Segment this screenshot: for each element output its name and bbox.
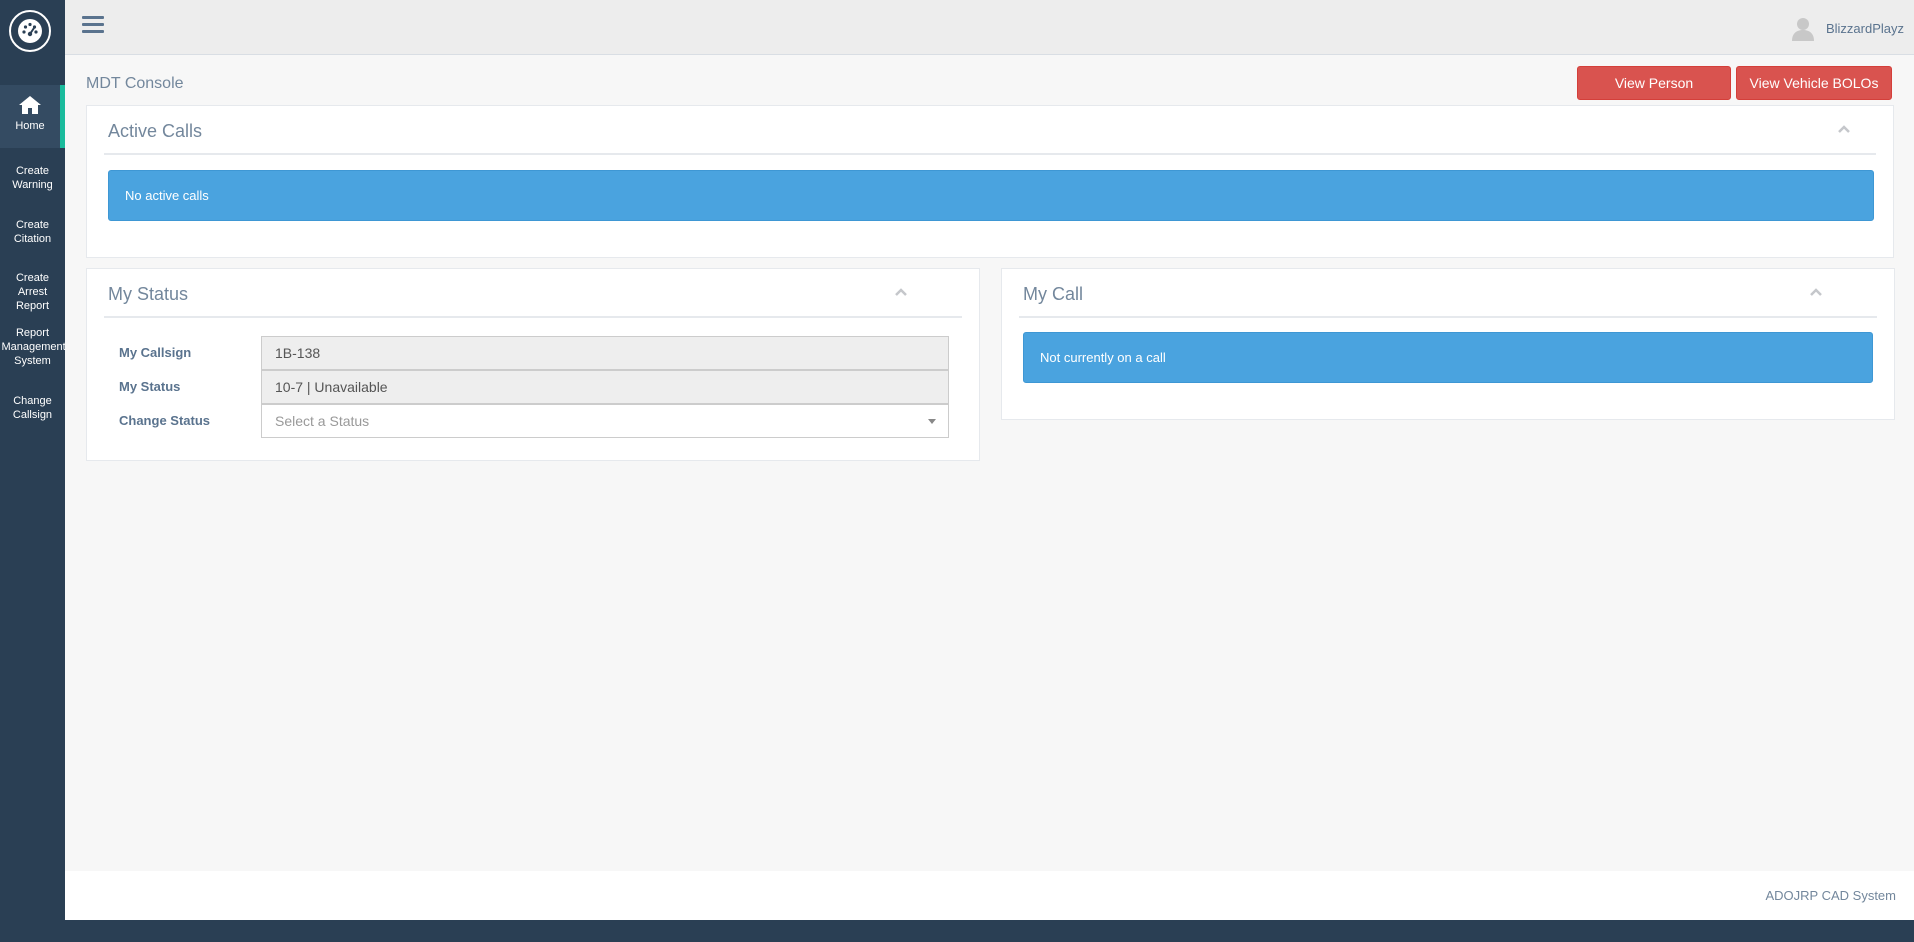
- sidebar-item-change-callsign[interactable]: Change Callsign: [0, 394, 65, 422]
- view-vehicle-bolos-button[interactable]: View Vehicle BOLOs: [1736, 66, 1892, 100]
- callsign-value: 1B-138: [275, 345, 321, 361]
- menu-toggle-icon[interactable]: [82, 16, 104, 36]
- change-status-label: Change Status: [119, 413, 211, 428]
- my-status-panel: My Status My Callsign 1B-138 My Status 1…: [86, 268, 980, 461]
- footer-text: ADOJRP CAD System: [1765, 888, 1896, 903]
- avatar: [1791, 18, 1814, 41]
- panel-title: My Call: [1023, 284, 1084, 304]
- active-calls-panel: Active Calls No active calls: [86, 105, 1894, 258]
- username: BlizzardPlayz: [1825, 20, 1904, 36]
- page-title: MDT Console: [86, 75, 184, 92]
- divider: [104, 153, 1876, 155]
- status-value: 10-7 | Unavailable: [275, 379, 388, 395]
- divider: [104, 316, 962, 318]
- main-content: MDT Console View Person BOLOs View Vehic…: [65, 55, 1914, 871]
- sidebar-item-home[interactable]: Home: [0, 85, 65, 148]
- panel-title: My Status: [108, 284, 189, 304]
- my-call-alert: Not currently on a call: [1023, 332, 1873, 383]
- sidebar-item-label: Create Citation: [13, 219, 52, 245]
- panel-title: Active Calls: [108, 121, 203, 141]
- status-label: My Status: [119, 379, 181, 394]
- user-menu[interactable]: BlizzardPlayz: [1790, 15, 1904, 41]
- alert-text: No active calls: [125, 188, 209, 203]
- footer: ADOJRP CAD System: [65, 871, 1914, 920]
- select-placeholder: Select a Status: [275, 413, 370, 429]
- sidebar-item-label: Change Callsign: [12, 395, 53, 421]
- bottom-strip: [65, 920, 1914, 942]
- callsign-field: 1B-138: [261, 336, 949, 370]
- sidebar-item-label: Home: [15, 120, 45, 132]
- chevron-up-icon[interactable]: [1809, 287, 1823, 297]
- sidebar-item-report-management-system[interactable]: Report Management System: [0, 326, 66, 368]
- caret-down-icon: [928, 419, 936, 424]
- dashboard-logo-icon[interactable]: [9, 10, 51, 52]
- sidebar-item-label: Create Arrest Report: [15, 272, 50, 312]
- callsign-label: My Callsign: [119, 345, 192, 360]
- alert-text: Not currently on a call: [1040, 350, 1166, 365]
- active-calls-alert: No active calls: [108, 170, 1874, 221]
- sidebar-item-create-warning[interactable]: Create Warning: [0, 164, 65, 192]
- sidebar-item-create-arrest-report[interactable]: Create Arrest Report: [0, 271, 65, 313]
- status-field: 10-7 | Unavailable: [261, 370, 949, 404]
- my-call-panel: My Call Not currently on a call: [1001, 268, 1895, 420]
- home-icon: [19, 96, 41, 114]
- view-person-bolos-button[interactable]: View Person BOLOs: [1577, 66, 1731, 123]
- top-navbar: BlizzardPlayz: [65, 0, 1914, 55]
- change-status-select[interactable]: Select a Status: [261, 404, 949, 438]
- sidebar-item-create-citation[interactable]: Create Citation: [0, 218, 65, 246]
- chevron-up-icon[interactable]: [894, 287, 908, 297]
- sidebar-item-label: Report Management System: [1, 327, 66, 367]
- divider: [1019, 316, 1877, 318]
- chevron-up-icon[interactable]: [1837, 124, 1851, 134]
- sidebar: Home Create Warning Create Citation Crea…: [0, 0, 66, 942]
- sidebar-item-label: Create Warning: [12, 165, 53, 191]
